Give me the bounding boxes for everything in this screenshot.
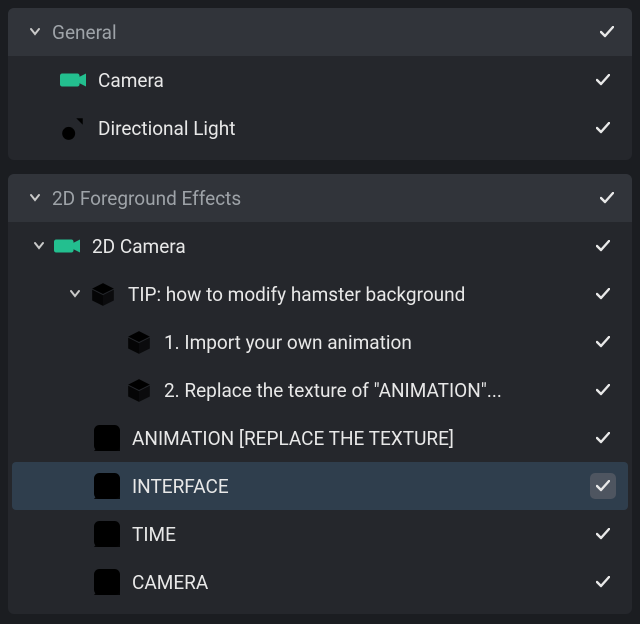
- visibility-toggle[interactable]: [590, 521, 616, 547]
- node-label: 1. Import your own animation: [164, 331, 412, 354]
- node-tip[interactable]: TIP: how to modify hamster background: [12, 270, 628, 318]
- chevron-down-icon: [28, 25, 42, 39]
- visibility-toggle[interactable]: [590, 473, 616, 499]
- image-icon: [94, 521, 120, 547]
- node-label: Camera: [98, 69, 164, 92]
- image-icon: [94, 569, 120, 595]
- camera-icon: [60, 67, 86, 93]
- visibility-toggle[interactable]: [590, 425, 616, 451]
- section-2d-foreground: 2D Foreground Effects 2D Camera TIP: how…: [8, 174, 632, 614]
- node-label: TIP: how to modify hamster background: [128, 283, 465, 306]
- node-step1[interactable]: 1. Import your own animation: [12, 318, 628, 366]
- visibility-toggle[interactable]: [594, 185, 620, 211]
- camera-icon: [54, 233, 80, 259]
- entity-icon: [126, 329, 152, 355]
- hierarchy-panel: General Camera Directional Light 2D Fore…: [0, 0, 640, 614]
- entity-icon: [126, 377, 152, 403]
- visibility-toggle[interactable]: [590, 67, 616, 93]
- entity-icon: [90, 281, 116, 307]
- node-camera[interactable]: Camera: [12, 56, 628, 104]
- visibility-toggle[interactable]: [590, 115, 616, 141]
- visibility-toggle[interactable]: [590, 329, 616, 355]
- visibility-toggle[interactable]: [590, 281, 616, 307]
- node-label: 2D Camera: [92, 235, 186, 258]
- visibility-toggle[interactable]: [590, 233, 616, 259]
- node-step2[interactable]: 2. Replace the texture of "ANIMATION"...: [12, 366, 628, 414]
- node-label: Directional Light: [98, 117, 235, 140]
- chevron-down-icon[interactable]: [68, 287, 82, 301]
- node-animation[interactable]: ANIMATION [REPLACE THE TEXTURE]: [12, 414, 628, 462]
- section-header-general[interactable]: General: [8, 8, 632, 56]
- visibility-toggle[interactable]: [594, 19, 620, 45]
- node-label: ANIMATION [REPLACE THE TEXTURE]: [132, 427, 454, 450]
- section-title: 2D Foreground Effects: [52, 187, 241, 210]
- visibility-toggle[interactable]: [590, 377, 616, 403]
- node-label: 2. Replace the texture of "ANIMATION"...: [164, 379, 502, 402]
- image-icon: [94, 473, 120, 499]
- node-directional-light[interactable]: Directional Light: [12, 104, 628, 152]
- section-title: General: [52, 21, 117, 44]
- node-2d-camera[interactable]: 2D Camera: [12, 222, 628, 270]
- light-icon: [60, 115, 86, 141]
- node-camera-image[interactable]: CAMERA: [12, 558, 628, 606]
- node-label: CAMERA: [132, 571, 208, 594]
- node-time[interactable]: TIME: [12, 510, 628, 558]
- section-header-2d-foreground[interactable]: 2D Foreground Effects: [8, 174, 632, 222]
- section-general: General Camera Directional Light: [8, 8, 632, 160]
- visibility-toggle[interactable]: [590, 569, 616, 595]
- image-icon: [94, 425, 120, 451]
- node-label: TIME: [132, 523, 176, 546]
- node-label: INTERFACE: [132, 475, 229, 498]
- node-interface[interactable]: INTERFACE: [12, 462, 628, 510]
- chevron-down-icon[interactable]: [32, 239, 46, 253]
- chevron-down-icon: [28, 191, 42, 205]
